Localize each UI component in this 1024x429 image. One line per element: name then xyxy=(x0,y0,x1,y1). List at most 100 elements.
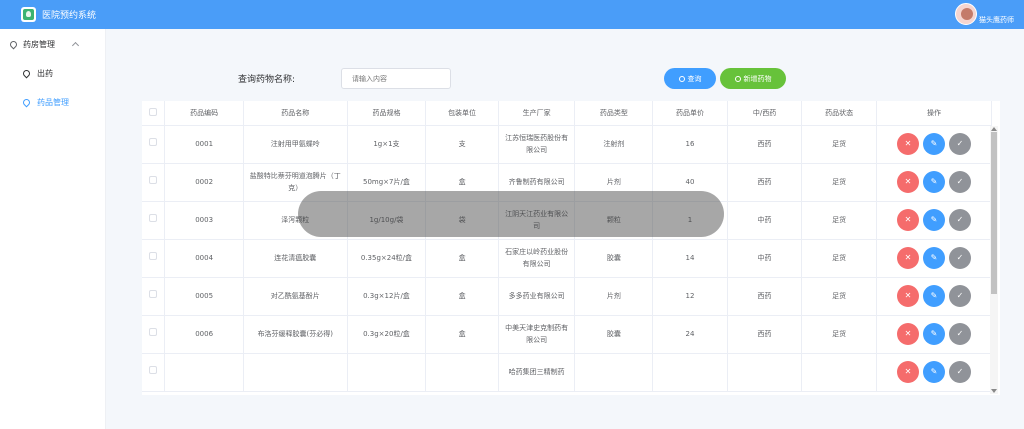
drug-unit-cell: 盒 xyxy=(425,315,499,354)
row-select[interactable] xyxy=(142,315,166,354)
delete-button[interactable]: ✕ xyxy=(896,361,919,383)
drug-category-cell: 西药 xyxy=(727,315,803,354)
delete-button[interactable]: ✕ xyxy=(896,247,919,269)
pencil-icon: ✎ xyxy=(930,253,938,262)
edit-button[interactable]: ✎ xyxy=(922,285,945,307)
sidebar: 药房管理 出药 药品管理 xyxy=(0,29,106,429)
row-select[interactable] xyxy=(142,277,166,316)
search-label: 查询药物名称: xyxy=(238,75,296,85)
row-select[interactable] xyxy=(142,353,166,392)
search-input[interactable] xyxy=(341,68,451,89)
row-checkbox[interactable] xyxy=(149,252,158,260)
select-all-checkbox[interactable] xyxy=(149,107,158,116)
trash-icon: ✕ xyxy=(904,367,912,376)
user-menu[interactable]: 猫头鹰药师 xyxy=(955,3,1014,25)
check-circle-icon: ✓ xyxy=(956,367,964,376)
edit-button[interactable]: ✎ xyxy=(922,209,945,231)
drug-spec-cell: 0.3g×20粒/盒 xyxy=(347,315,427,354)
row-actions: ✕ ✎ ✓ xyxy=(876,239,993,278)
sidebar-item-dispense[interactable]: 出药 xyxy=(0,59,105,88)
avatar[interactable] xyxy=(955,3,977,25)
drug-type-cell: 胶囊 xyxy=(574,239,654,278)
edit-button[interactable]: ✎ xyxy=(922,361,945,383)
delete-button[interactable]: ✕ xyxy=(896,171,919,193)
query-button[interactable]: 查询 xyxy=(664,68,716,89)
row-actions: ✕ ✎ ✓ xyxy=(876,125,993,164)
row-actions: ✕ ✎ ✓ xyxy=(876,201,993,240)
drug-code-cell: 0001 xyxy=(164,125,244,164)
table-row[interactable]: 哈药集团三精制药 ✕ ✎ ✓ xyxy=(142,353,993,392)
row-actions: ✕ ✎ ✓ xyxy=(876,315,993,354)
row-select[interactable] xyxy=(142,239,166,278)
scrollbar-thumb[interactable] xyxy=(991,132,997,294)
drug-maker-cell: 多多药业有限公司 xyxy=(498,277,576,316)
drug-price-cell: 24 xyxy=(652,315,728,354)
status-button[interactable]: ✓ xyxy=(948,247,971,269)
drug-unit-cell: 支 xyxy=(425,125,499,164)
status-button[interactable]: ✓ xyxy=(948,209,971,231)
drug-table: 药品编码 药品名称 药品规格 包装单位 生产厂家 药品类型 药品单价 中/西药 … xyxy=(142,101,1000,395)
drug-code-cell: 0006 xyxy=(164,315,244,354)
trash-icon: ✕ xyxy=(904,177,912,186)
drug-category-cell xyxy=(727,353,803,392)
check-circle-icon: ✓ xyxy=(956,177,964,186)
sidebar-item-drug-management[interactable]: 药品管理 xyxy=(0,88,105,117)
edit-button[interactable]: ✎ xyxy=(922,323,945,345)
pencil-icon: ✎ xyxy=(930,367,938,376)
row-checkbox[interactable] xyxy=(149,328,158,336)
drug-unit-cell: 盒 xyxy=(425,239,499,278)
scroll-down-arrow[interactable] xyxy=(991,389,997,393)
drug-name-cell: 布洛芬缓释胶囊(芬必得) xyxy=(243,315,348,354)
delete-button[interactable]: ✕ xyxy=(896,323,919,345)
table-row[interactable]: 0005 对乙酰氨基酚片 0.3g×12片/盒盒多多药业有限公司 片剂 12 西药 足货 ✕ ✎… xyxy=(142,277,993,316)
add-drug-button[interactable]: 新增药物 xyxy=(720,68,786,89)
drug-spec-cell: 0.35g×24粒/盒 xyxy=(347,239,427,278)
column-header: 包装单位 xyxy=(425,101,499,126)
row-select[interactable] xyxy=(142,201,166,240)
edit-button[interactable]: ✎ xyxy=(922,247,945,269)
status-button[interactable]: ✓ xyxy=(948,361,971,383)
table-row[interactable]: 0004 连花清瘟胶囊 0.35g×24粒/盒盒石家庄以岭药业股份有限公司 胶囊 14 中… xyxy=(142,239,993,278)
sidebar-group-pharmacy[interactable]: 药房管理 xyxy=(0,29,105,59)
status-button[interactable]: ✓ xyxy=(948,285,971,307)
row-checkbox[interactable] xyxy=(149,366,158,374)
table-row[interactable]: 0001 注射用甲氨蝶呤 1g×1支支江苏恒瑞医药股份有限公司 注射剂 16 西药 足货 ✕ ✎… xyxy=(142,125,993,164)
edit-button[interactable]: ✎ xyxy=(922,133,945,155)
drug-type-cell: 片剂 xyxy=(574,277,654,316)
column-header: 药品状态 xyxy=(801,101,877,126)
query-button-label: 查询 xyxy=(687,74,702,83)
drug-status-cell: 足货 xyxy=(801,277,877,316)
drug-status-cell: 足货 xyxy=(801,163,877,202)
row-select[interactable] xyxy=(142,163,166,202)
table-row[interactable]: 0006 布洛芬缓释胶囊(芬必得) 0.3g×20粒/盒盒中美天津史克制药有限公司胶… xyxy=(142,315,993,354)
drug-name-cell xyxy=(243,353,348,392)
column-header: 操作 xyxy=(876,101,993,126)
row-checkbox[interactable] xyxy=(149,176,158,184)
delete-button[interactable]: ✕ xyxy=(896,285,919,307)
header-select-all[interactable] xyxy=(142,101,166,126)
check-circle-icon: ✓ xyxy=(956,253,964,262)
scroll-up-arrow[interactable] xyxy=(991,127,997,131)
table-header-row: 药品编码 药品名称 药品规格 包装单位 生产厂家 药品类型 药品单价 中/西药 … xyxy=(142,101,993,126)
drug-unit-cell xyxy=(425,353,499,392)
edit-button[interactable]: ✎ xyxy=(922,171,945,193)
status-button[interactable]: ✓ xyxy=(948,171,971,193)
row-checkbox[interactable] xyxy=(149,290,158,298)
location-icon xyxy=(21,68,32,79)
row-select[interactable] xyxy=(142,125,166,164)
status-button[interactable]: ✓ xyxy=(948,323,971,345)
drug-maker-cell: 中美天津史克制药有限公司 xyxy=(498,315,576,354)
location-icon xyxy=(21,97,32,108)
status-button[interactable]: ✓ xyxy=(948,133,971,155)
drug-code-cell xyxy=(164,353,244,392)
table-scrollbar[interactable] xyxy=(990,126,998,394)
row-checkbox[interactable] xyxy=(149,138,158,146)
drug-category-cell: 西药 xyxy=(727,125,803,164)
app-title: 医院预约系统 xyxy=(42,11,97,21)
delete-button[interactable]: ✕ xyxy=(896,133,919,155)
delete-button[interactable]: ✕ xyxy=(896,209,919,231)
row-checkbox[interactable] xyxy=(149,214,158,222)
trash-icon: ✕ xyxy=(904,329,912,338)
drug-maker-cell: 江苏恒瑞医药股份有限公司 xyxy=(498,125,576,164)
user-name[interactable]: 猫头鹰药师 xyxy=(979,15,1014,25)
